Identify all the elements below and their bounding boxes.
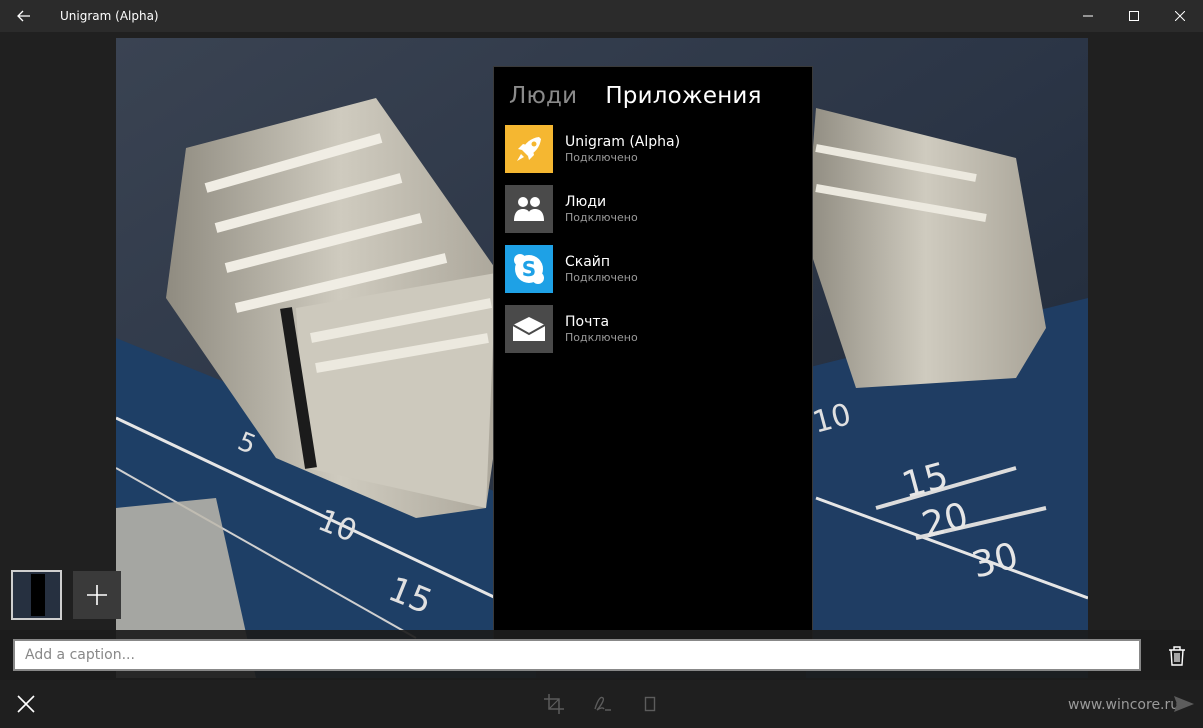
timer-button[interactable] xyxy=(630,680,670,728)
send-icon xyxy=(1174,696,1194,712)
back-button[interactable] xyxy=(0,0,48,32)
app-name: Скайп xyxy=(565,254,611,270)
app-name: Люди xyxy=(565,194,607,210)
maximize-icon xyxy=(1129,11,1139,21)
share-target-people[interactable]: Люди Подключено xyxy=(494,179,812,239)
minimize-button[interactable] xyxy=(1065,0,1111,32)
arrow-left-icon xyxy=(17,10,30,22)
skype-icon: S xyxy=(505,245,553,293)
caption-bar xyxy=(0,630,1203,680)
app-status: Подключено xyxy=(565,151,638,164)
tab-people[interactable]: Люди xyxy=(509,83,577,109)
watermark: www.wincore.ru xyxy=(1068,697,1180,713)
share-tabs: Люди Приложения xyxy=(494,67,812,109)
share-target-mail[interactable]: Почта Подключено xyxy=(494,299,812,359)
delete-button[interactable] xyxy=(1160,640,1194,672)
add-media-button[interactable] xyxy=(73,571,121,619)
window-title: Unigram (Alpha) xyxy=(60,9,159,23)
app-name: Unigram (Alpha) xyxy=(565,134,681,150)
app-window: Unigram (Alpha) 5 10 15 10 15 20 30 Люди… xyxy=(0,0,1203,728)
app-status: Подключено xyxy=(565,271,638,284)
app-name: Почта xyxy=(565,314,610,330)
share-app-list: Unigram (Alpha) Подключено Люди Подключе… xyxy=(494,119,812,359)
caption-input[interactable] xyxy=(13,639,1141,671)
crop-button[interactable] xyxy=(534,680,574,728)
share-panel: Люди Приложения Unigram (Alpha) Подключе… xyxy=(493,66,813,646)
draw-button[interactable] xyxy=(582,680,622,728)
media-thumbnail[interactable] xyxy=(11,570,62,620)
rocket-icon xyxy=(505,125,553,173)
bottom-toolbar: www.wincore.ru xyxy=(0,680,1203,728)
mail-icon xyxy=(505,305,553,353)
rectangle-icon xyxy=(644,696,656,712)
cancel-button[interactable] xyxy=(4,680,48,728)
share-target-unigram[interactable]: Unigram (Alpha) Подключено xyxy=(494,119,812,179)
tab-apps[interactable]: Приложения xyxy=(605,83,761,109)
share-target-skype[interactable]: S Скайп Подключено xyxy=(494,239,812,299)
trash-icon xyxy=(1169,646,1185,666)
close-icon xyxy=(17,695,35,713)
pen-icon xyxy=(594,696,611,711)
maximize-button[interactable] xyxy=(1111,0,1157,32)
close-icon xyxy=(1175,11,1185,21)
thumbnail-preview xyxy=(31,574,45,616)
svg-text:S: S xyxy=(522,257,536,281)
send-button[interactable] xyxy=(1164,680,1203,728)
crop-icon xyxy=(544,694,564,714)
people-icon xyxy=(505,185,553,233)
plus-icon xyxy=(87,585,107,605)
app-status: Подключено xyxy=(565,331,638,344)
close-window-button[interactable] xyxy=(1157,0,1203,32)
minimize-icon xyxy=(1083,15,1093,17)
title-bar: Unigram (Alpha) xyxy=(0,0,1203,32)
window-controls xyxy=(1065,0,1203,32)
app-status: Подключено xyxy=(565,211,638,224)
